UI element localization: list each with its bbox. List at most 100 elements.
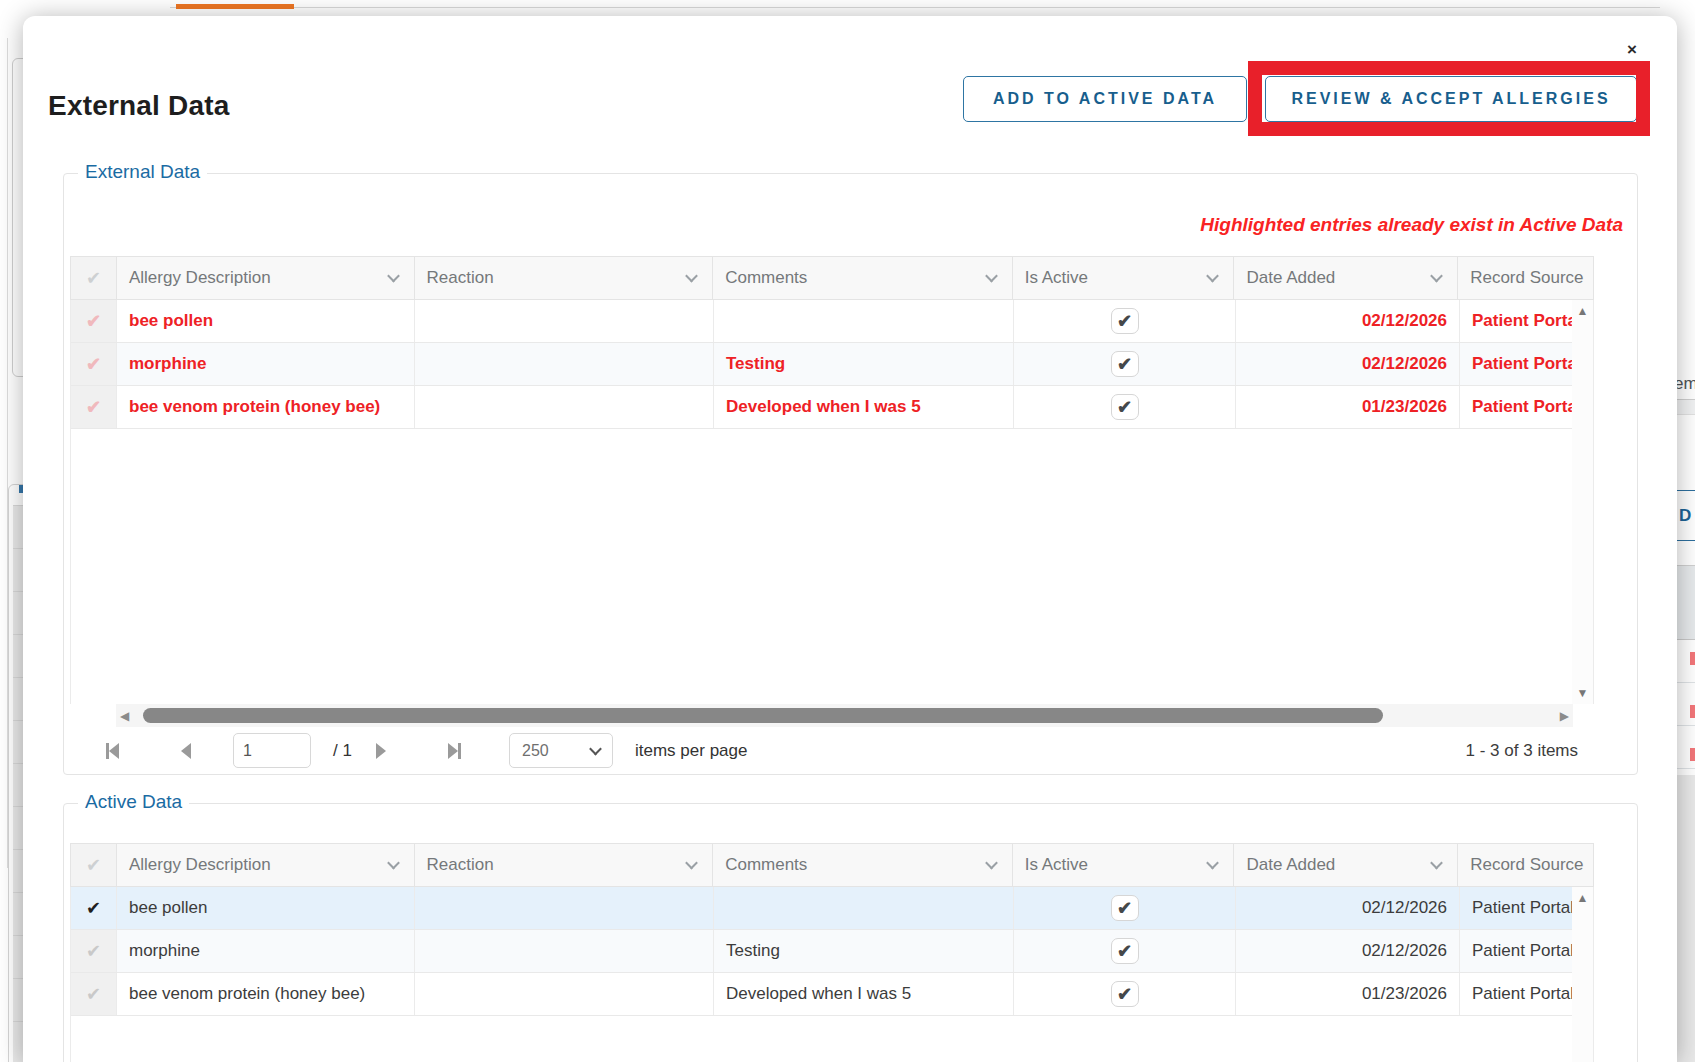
cell-allergy-description: morphine <box>117 930 415 972</box>
is-active-checkbox[interactable]: ✔ <box>1111 938 1139 964</box>
column-header-date-added[interactable]: Date Added <box>1234 257 1458 299</box>
row-select-checkbox[interactable]: ✔ <box>71 386 117 428</box>
cell-record-source: Patient Portal <box>1460 343 1574 385</box>
add-to-active-data-button[interactable]: ADD TO ACTIVE DATA <box>963 76 1247 122</box>
column-header-reaction[interactable]: Reaction <box>415 844 714 886</box>
column-header-is-active[interactable]: Is Active <box>1013 844 1235 886</box>
external-data-section: External Data Highlighted entries alread… <box>63 173 1638 775</box>
scroll-up-icon[interactable]: ▲ <box>1572 891 1593 905</box>
is-active-checkbox[interactable]: ✔ <box>1111 351 1139 377</box>
vertical-scrollbar[interactable]: ▲▼ <box>1572 887 1593 1062</box>
review-accept-allergies-button[interactable]: REVIEW & ACCEPT ALLERGIES <box>1265 76 1637 122</box>
column-header-label: Date Added <box>1246 268 1335 288</box>
column-header-date-added[interactable]: Date Added <box>1234 844 1458 886</box>
table-row[interactable]: ✔morphineTesting✔02/12/2026Patient Porta… <box>71 343 1593 386</box>
background-grid-sliver <box>13 505 23 1062</box>
scroll-left-icon[interactable]: ◀ <box>120 709 129 723</box>
next-page-button[interactable] <box>376 743 386 759</box>
cell-is-active: ✔ <box>1014 930 1236 972</box>
chevron-down-icon[interactable] <box>1430 857 1443 870</box>
scrollbar-thumb[interactable] <box>143 708 1383 723</box>
column-header-allergy-description[interactable]: Allergy Description <box>117 257 415 299</box>
chevron-down-icon[interactable] <box>1207 857 1220 870</box>
check-icon: ✔ <box>86 940 101 962</box>
cell-allergy-description: bee pollen <box>117 887 415 929</box>
chevron-down-icon[interactable] <box>985 857 998 870</box>
external-data-dialog: External Data × ADD TO ACTIVE DATA REVIE… <box>23 16 1677 1062</box>
column-header-label: Reaction <box>427 268 494 288</box>
scroll-right-icon[interactable]: ▶ <box>1560 709 1569 723</box>
is-active-checkbox[interactable]: ✔ <box>1111 308 1139 334</box>
check-icon: ✔ <box>86 897 101 919</box>
cell-allergy-description: morphine <box>117 343 415 385</box>
last-page-button[interactable] <box>448 743 461 759</box>
cell-reaction <box>415 343 714 385</box>
cell-comments <box>714 887 1014 929</box>
column-header-allergy-description[interactable]: Allergy Description <box>117 844 415 886</box>
cell-comments: Testing <box>714 343 1014 385</box>
cell-date-added: 01/23/2026 <box>1236 386 1460 428</box>
chevron-down-icon[interactable] <box>685 857 698 870</box>
is-active-checkbox[interactable]: ✔ <box>1111 895 1139 921</box>
cell-allergy-description: bee pollen <box>117 300 415 342</box>
is-active-checkbox[interactable]: ✔ <box>1111 981 1139 1007</box>
row-select-checkbox[interactable]: ✔ <box>71 930 117 972</box>
table-row[interactable]: ✔bee venom protein (honey bee)Developed … <box>71 973 1593 1016</box>
grid-body: ✔bee pollen✔02/12/2026Patient Portal✔mor… <box>70 887 1594 1062</box>
row-select-checkbox[interactable]: ✔ <box>71 887 117 929</box>
chevron-down-icon[interactable] <box>985 270 998 283</box>
close-icon[interactable]: × <box>1620 38 1644 62</box>
table-row[interactable]: ✔bee pollen✔02/12/2026Patient Portal <box>71 300 1593 343</box>
cell-comments: Developed when I was 5 <box>714 386 1014 428</box>
cell-is-active: ✔ <box>1014 386 1236 428</box>
check-icon: ✔ <box>86 267 101 289</box>
horizontal-scrollbar[interactable]: ◀▶ <box>70 704 1594 727</box>
row-select-checkbox[interactable]: ✔ <box>71 343 117 385</box>
check-icon: ✔ <box>86 310 101 332</box>
column-header-record-source[interactable]: Record Source <box>1458 844 1593 886</box>
page-number-input[interactable] <box>233 733 311 768</box>
cell-date-added: 02/12/2026 <box>1236 887 1460 929</box>
table-row[interactable]: ✔bee venom protein (honey bee)Developed … <box>71 386 1593 429</box>
column-header-reaction[interactable]: Reaction <box>415 257 714 299</box>
cell-reaction <box>415 973 714 1015</box>
vertical-scrollbar[interactable]: ▲▼ <box>1572 300 1593 704</box>
chevron-down-icon[interactable] <box>1430 270 1443 283</box>
cell-comments <box>714 300 1014 342</box>
column-header-comments[interactable]: Comments <box>713 257 1013 299</box>
column-header-record-source[interactable]: Record Source <box>1458 257 1593 299</box>
select-all-checkbox[interactable]: ✔ <box>71 257 117 299</box>
grid-body: ✔bee pollen✔02/12/2026Patient Portal✔mor… <box>70 300 1594 704</box>
highlighted-entries-note: Highlighted entries already exist in Act… <box>1200 214 1623 236</box>
grid-header-row: ✔Allergy DescriptionReactionCommentsIs A… <box>70 843 1594 887</box>
chevron-down-icon[interactable] <box>1207 270 1220 283</box>
dialog-title: External Data <box>48 90 230 122</box>
page-size-select[interactable]: 250 <box>509 733 613 768</box>
select-all-checkbox[interactable]: ✔ <box>71 844 117 886</box>
column-header-is-active[interactable]: Is Active <box>1013 257 1235 299</box>
check-icon: ✔ <box>86 353 101 375</box>
row-select-checkbox[interactable]: ✔ <box>71 973 117 1015</box>
cell-allergy-description: bee venom protein (honey bee) <box>117 973 415 1015</box>
table-row[interactable]: ✔bee pollen✔02/12/2026Patient Portal <box>71 887 1593 930</box>
scroll-up-icon[interactable]: ▲ <box>1572 304 1593 318</box>
scrollbar-track[interactable]: ◀▶ <box>116 704 1573 727</box>
chevron-down-icon[interactable] <box>387 857 400 870</box>
chevron-down-icon[interactable] <box>685 270 698 283</box>
row-select-checkbox[interactable]: ✔ <box>71 300 117 342</box>
cell-record-source: Patient Portal <box>1460 973 1574 1015</box>
previous-page-button[interactable] <box>181 743 191 759</box>
external-data-legend: External Data <box>78 161 207 183</box>
scroll-down-icon[interactable]: ▼ <box>1572 686 1593 700</box>
column-header-label: Is Active <box>1025 268 1088 288</box>
background-red-text-sliver <box>1690 652 1695 665</box>
page: em D External Data × ADD TO ACTIVE DATA … <box>0 0 1695 1062</box>
is-active-checkbox[interactable]: ✔ <box>1111 394 1139 420</box>
first-page-button[interactable] <box>106 743 119 759</box>
cell-comments: Testing <box>714 930 1014 972</box>
table-row[interactable]: ✔morphineTesting✔02/12/2026Patient Porta… <box>71 930 1593 973</box>
chevron-down-icon[interactable] <box>387 270 400 283</box>
active-data-grid: ✔Allergy DescriptionReactionCommentsIs A… <box>70 843 1594 1062</box>
cell-allergy-description: bee venom protein (honey bee) <box>117 386 415 428</box>
column-header-comments[interactable]: Comments <box>713 844 1013 886</box>
